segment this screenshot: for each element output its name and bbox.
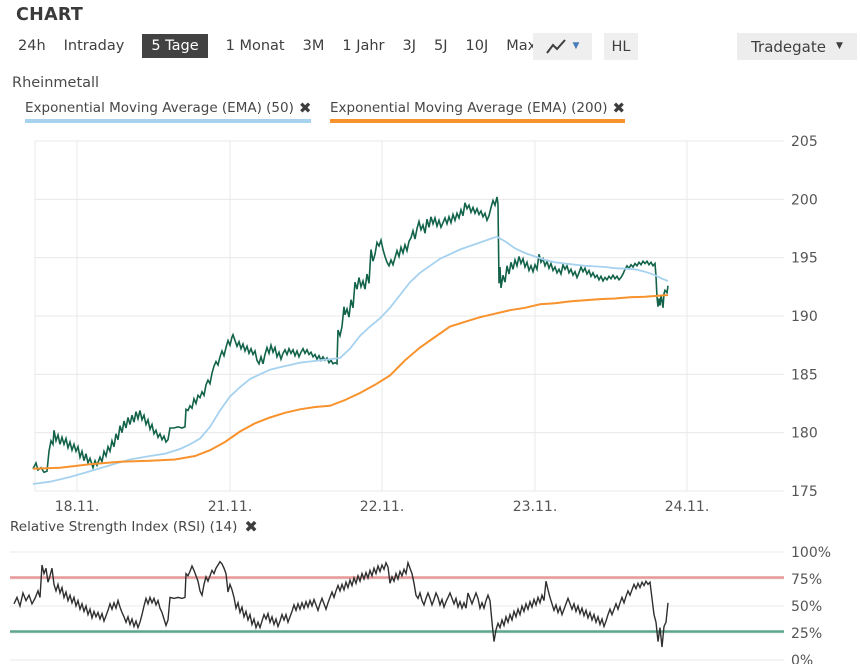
x-axis-label: 24.11.: [665, 499, 710, 515]
price-y-axis-label: 185: [791, 367, 818, 383]
rsi-y-axis-label: 0%: [791, 653, 813, 664]
price-y-axis-label: 175: [791, 484, 818, 500]
x-axis-label: 18.11.: [55, 499, 100, 515]
chart-widget: CHART 24h Intraday 5 Tage 1 Monat 3M 1 J…: [0, 0, 860, 664]
price-y-axis-label: 200: [791, 192, 818, 208]
price-y-axis-label: 195: [791, 251, 818, 267]
rsi-plot-area[interactable]: [10, 552, 784, 660]
rsi-y-axis-label: 25%: [791, 626, 822, 642]
rsi-y-axis-label: 50%: [791, 599, 822, 615]
x-axis-label: 21.11.: [208, 499, 253, 515]
price-y-axis-label: 180: [791, 426, 818, 442]
price-y-axis-label: 190: [791, 309, 818, 325]
x-axis-label: 22.11.: [360, 499, 405, 515]
price-y-axis-label: 205: [791, 134, 818, 150]
rsi-y-axis-label: 75%: [791, 572, 822, 588]
rsi-y-axis-label: 100%: [791, 545, 831, 561]
x-axis-label: 23.11.: [513, 499, 558, 515]
price-plot-area[interactable]: [35, 141, 784, 491]
chart-canvas[interactable]: 205 200 195 190 185 180 175 18.11. 21.11. 22.11. 2…: [0, 0, 860, 664]
